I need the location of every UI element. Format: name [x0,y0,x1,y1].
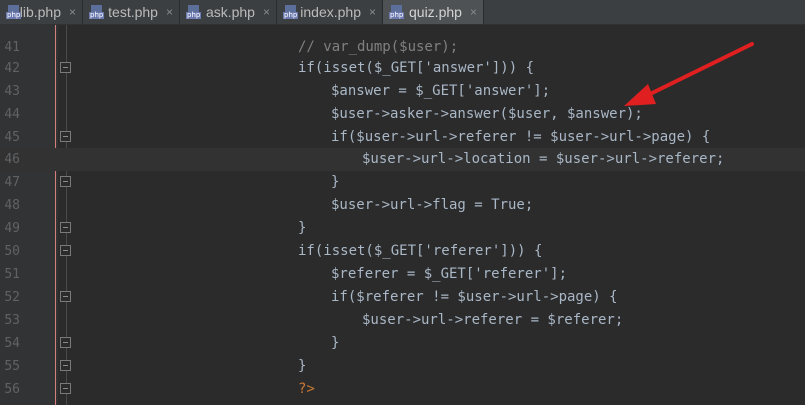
red-arrow-icon [624,42,754,106]
